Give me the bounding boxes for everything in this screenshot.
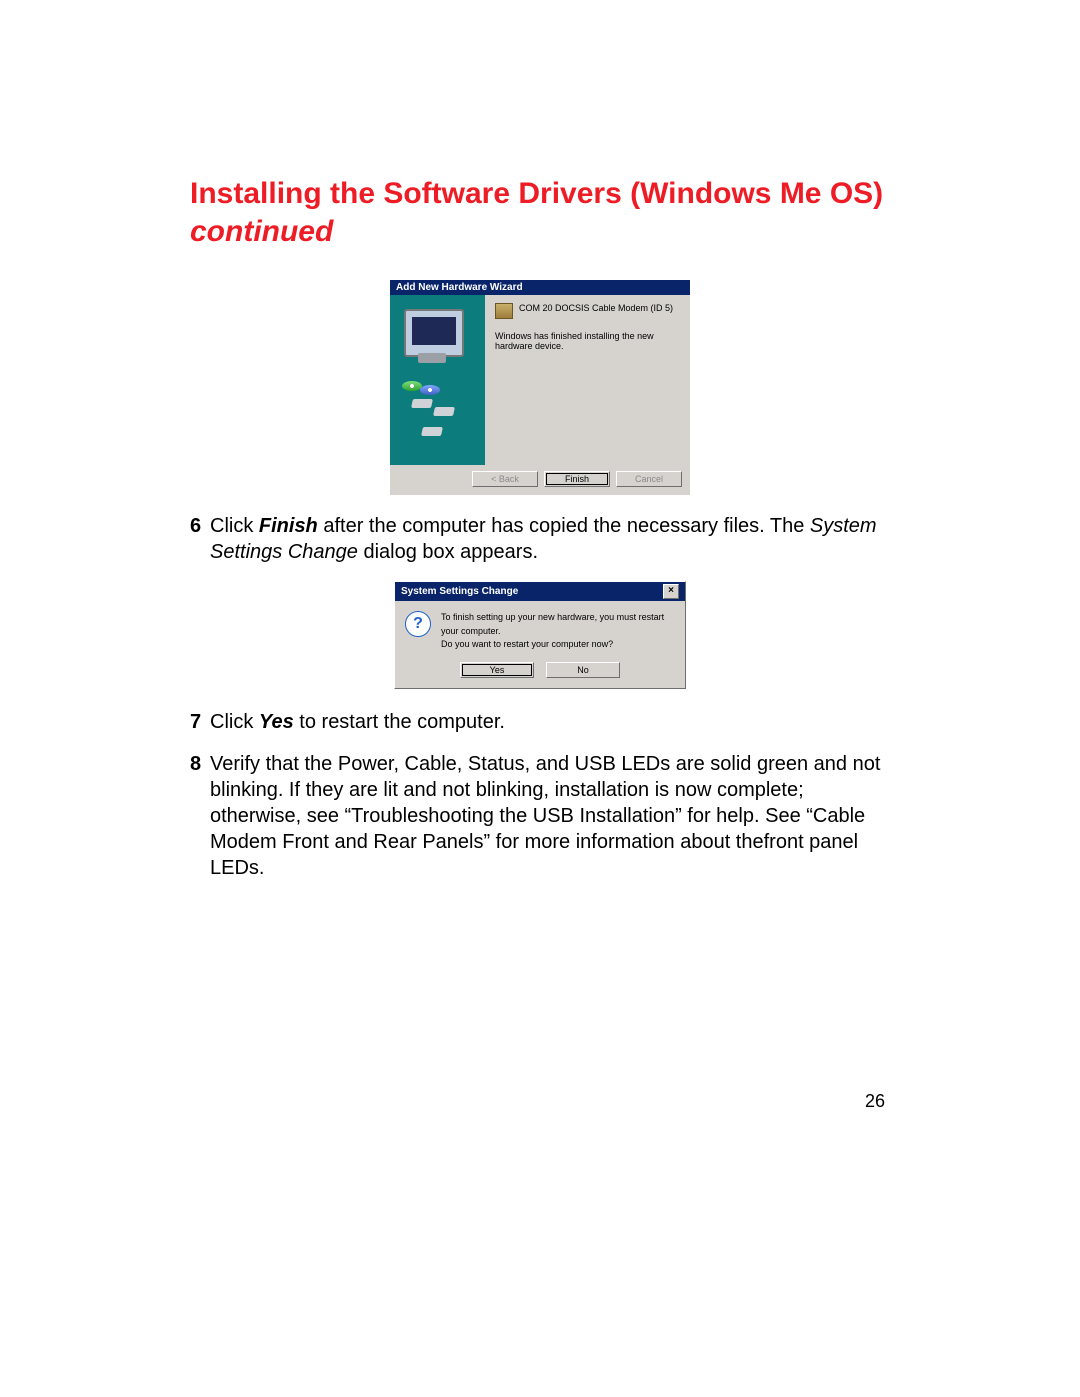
back-button[interactable]: < Back (472, 471, 538, 487)
cancel-button[interactable]: Cancel (616, 471, 682, 487)
question-icon: ? (405, 611, 431, 637)
card-icon (411, 399, 433, 408)
no-button[interactable]: No (546, 662, 620, 678)
wizard-content: COM 20 DOCSIS Cable Modem (ID 5) Windows… (485, 295, 690, 465)
heading-title: Installing the Software Drivers (Windows… (190, 177, 883, 210)
step-6: 6 Click Finish after the computer has co… (190, 513, 890, 565)
wizard-sidebar (390, 295, 485, 465)
text: Click (210, 711, 259, 733)
page-number: 26 (865, 1091, 885, 1112)
dialog-button-row: Yes No (395, 656, 685, 688)
dialog-line-1: To finish setting up your new hardware, … (441, 611, 675, 638)
text: after the computer has copied the necess… (318, 515, 810, 537)
step-text: Click Yes to restart the computer. (210, 709, 890, 735)
monitor-base-icon (418, 353, 446, 363)
wizard-titlebar: Add New Hardware Wizard (390, 280, 690, 295)
close-icon[interactable]: × (663, 584, 679, 599)
dialog-line-2: Do you want to restart your computer now… (441, 638, 675, 652)
step-text: Verify that the Power, Cable, Status, an… (210, 751, 890, 881)
step-number: 7 (190, 709, 210, 735)
wizard-device-name: COM 20 DOCSIS Cable Modem (ID 5) (519, 303, 673, 313)
dialog-titlebar: System Settings Change × (395, 582, 685, 601)
document-page: Installing the Software Drivers (Windows… (0, 0, 1080, 1397)
disc-icon (420, 385, 440, 395)
wizard-body: COM 20 DOCSIS Cable Modem (ID 5) Windows… (390, 295, 690, 465)
wizard-screenshot: Add New Hardware Wizard COM 20 DOCSIS Ca… (390, 280, 690, 495)
step-7: 7 Click Yes to restart the computer. (190, 709, 890, 735)
finish-keyword: Finish (259, 515, 318, 537)
dialog-body: ? To finish setting up your new hardware… (395, 601, 685, 656)
device-icon (495, 303, 513, 319)
wizard-button-row: < Back Finish Cancel (390, 465, 690, 495)
step-text: Click Finish after the computer has copi… (210, 513, 890, 565)
monitor-icon (404, 309, 464, 357)
disc-icon (402, 381, 422, 391)
restart-dialog-screenshot: System Settings Change × ? To finish set… (394, 581, 686, 689)
step-number: 6 (190, 513, 210, 565)
dialog-message: To finish setting up your new hardware, … (441, 611, 675, 652)
text: Click (210, 515, 259, 537)
step-number: 8 (190, 751, 210, 881)
yes-keyword: Yes (259, 711, 294, 733)
heading-continued: continued (190, 215, 333, 248)
card-icon (421, 427, 443, 436)
wizard-status-text: Windows has finished installing the new … (495, 331, 680, 351)
text: to restart the computer. (294, 711, 505, 733)
text: dialog box appears. (358, 541, 538, 563)
step-8: 8 Verify that the Power, Cable, Status, … (190, 751, 890, 881)
dialog-title-text: System Settings Change (401, 586, 518, 597)
card-icon (433, 407, 455, 416)
page-heading: Installing the Software Drivers (Windows… (190, 175, 890, 250)
yes-button[interactable]: Yes (460, 662, 534, 678)
finish-button[interactable]: Finish (544, 471, 610, 487)
